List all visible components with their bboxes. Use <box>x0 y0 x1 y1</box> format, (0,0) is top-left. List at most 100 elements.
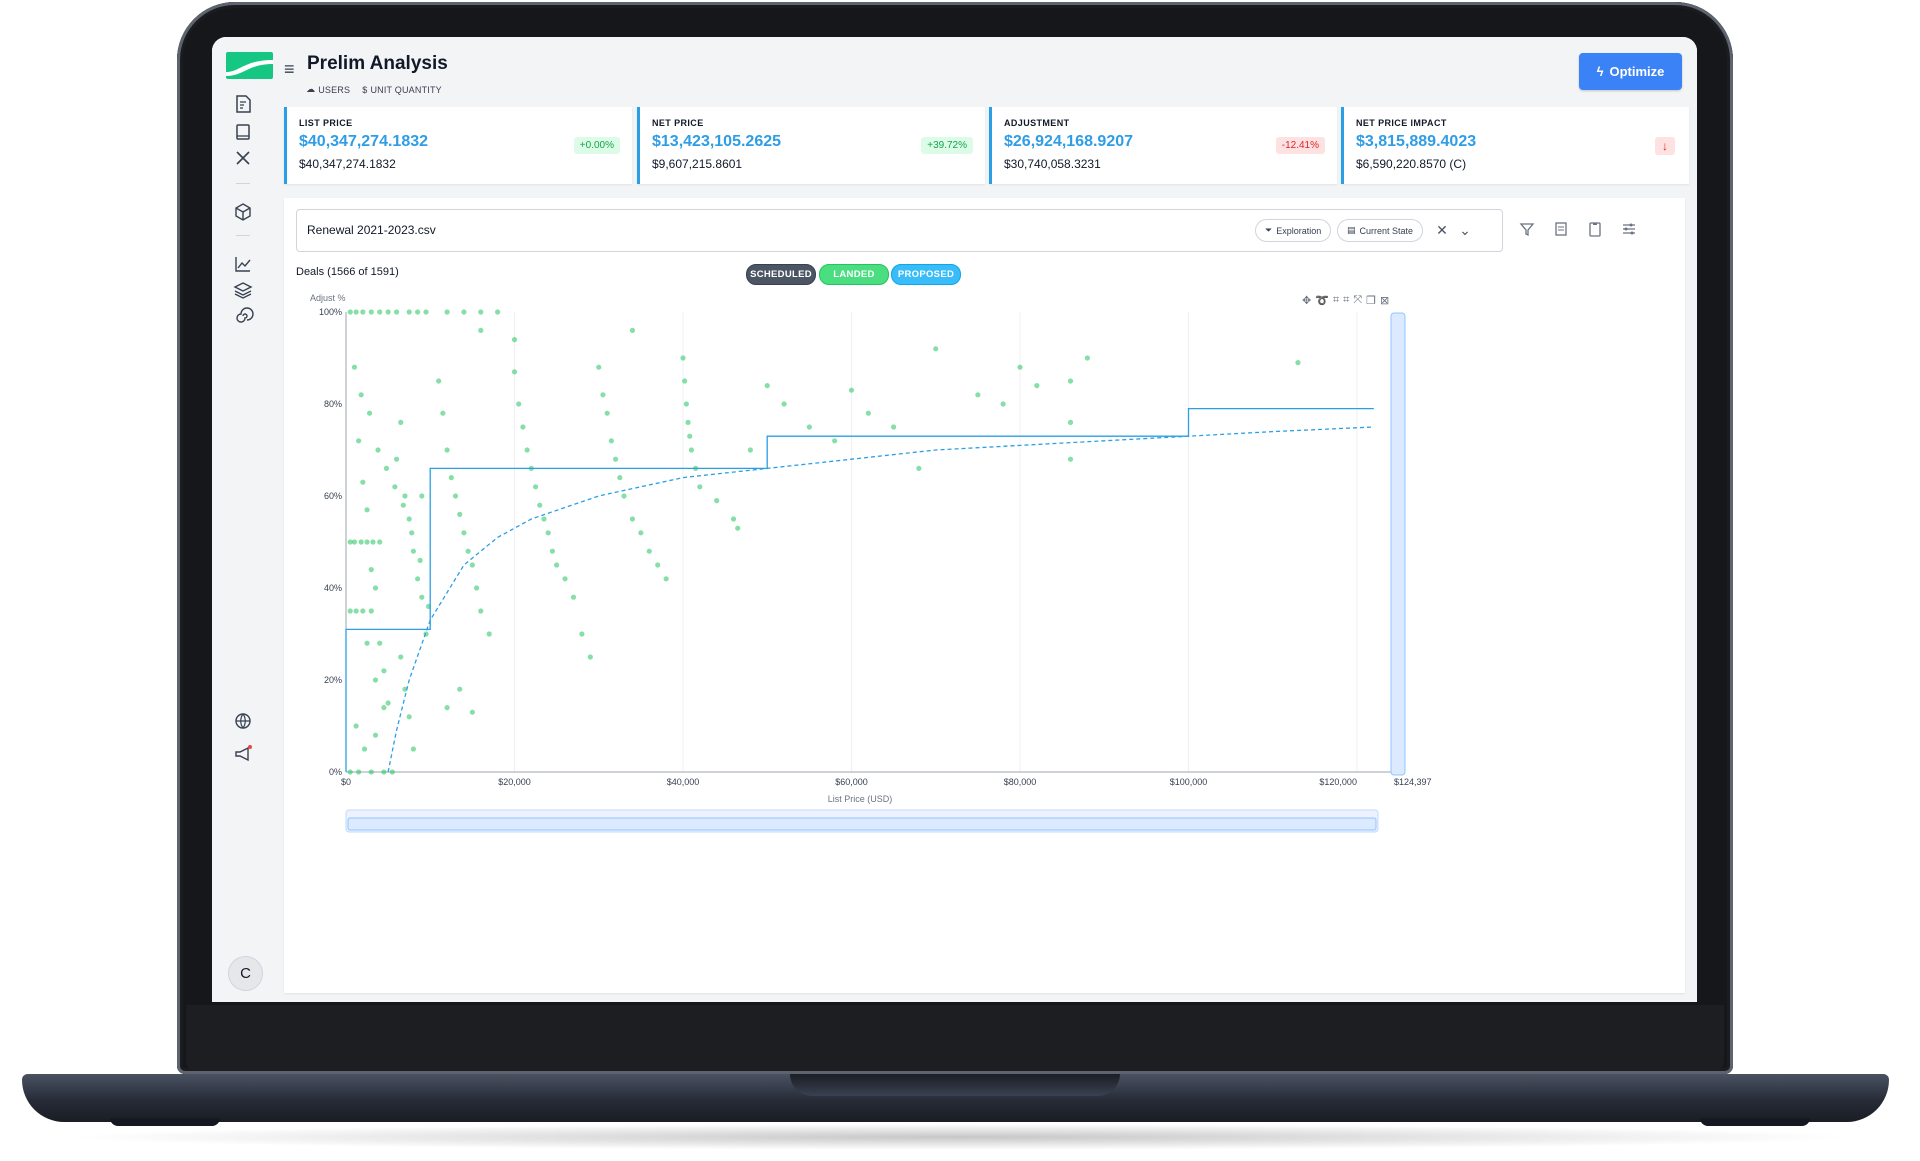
dollar-icon: $ <box>362 84 368 95</box>
data-point <box>361 746 368 752</box>
data-point <box>832 438 838 444</box>
data-point <box>353 723 359 729</box>
page-title: Prelim Analysis <box>307 53 448 74</box>
users-tag[interactable]: ☁ USERS <box>306 84 350 95</box>
brand-logo-icon[interactable] <box>226 52 273 79</box>
data-point <box>469 562 475 568</box>
menu-icon[interactable]: ≡ <box>284 59 295 80</box>
data-point <box>486 631 492 637</box>
kpi-label: LIST PRICE <box>299 118 353 128</box>
data-point <box>398 419 404 425</box>
x-tick-label: $20,000 <box>498 777 531 787</box>
data-point <box>423 309 429 315</box>
data-point <box>1067 419 1074 425</box>
data-point <box>364 539 370 545</box>
data-point <box>891 424 897 430</box>
data-point <box>604 410 610 416</box>
data-point <box>511 369 518 375</box>
data-point <box>730 516 737 522</box>
data-point <box>629 327 636 333</box>
laptop-bezel <box>186 1005 1724 1071</box>
data-point <box>415 309 421 315</box>
line-chart-icon[interactable] <box>232 253 254 275</box>
data-point <box>393 456 400 462</box>
data-point <box>537 502 543 508</box>
x-axis: $0 $20,000 $40,000 $60,000 $80,000 $100,000 $1… <box>341 771 1432 787</box>
kpi-value: $13,423,105.2625 <box>652 133 782 150</box>
data-point <box>975 392 981 398</box>
x-tick-label: $124,397 <box>1394 777 1432 787</box>
x-axis-label: List Price (USD) <box>828 794 893 804</box>
data-point <box>364 507 370 513</box>
data-point <box>714 498 720 504</box>
sidebar-divider <box>236 183 250 184</box>
data-point <box>415 576 421 582</box>
data-point <box>368 608 374 614</box>
laptop-notch <box>790 1074 1120 1096</box>
data-point <box>554 562 560 568</box>
data-point <box>478 608 484 614</box>
scatter-points <box>347 309 1301 775</box>
kpi-card-adjustment: ADJUSTMENT $26,924,168.9207 $30,740,058.… <box>989 107 1337 184</box>
data-point <box>419 594 425 600</box>
data-point <box>372 732 379 738</box>
data-point <box>478 309 484 315</box>
kpi-subvalue: $9,607,215.8601 <box>652 157 743 171</box>
data-point <box>933 346 939 352</box>
data-point <box>377 539 383 545</box>
spiral-icon[interactable] <box>232 305 254 327</box>
horizontal-zoom-slider[interactable] <box>347 817 1377 831</box>
data-point <box>1000 401 1006 407</box>
data-point <box>764 383 770 389</box>
x-tick-label: $100,000 <box>1170 777 1208 787</box>
tools-icon[interactable] <box>232 147 254 169</box>
vertical-zoom-slider[interactable] <box>1390 312 1406 776</box>
data-point <box>353 608 359 614</box>
data-point <box>570 594 577 600</box>
kpi-value: $3,815,889.4023 <box>1356 133 1477 150</box>
kpi-card-net-price-impact: NET PRICE IMPACT $3,815,889.4023 $6,590,… <box>1341 107 1689 184</box>
data-point <box>356 438 362 444</box>
data-point <box>680 355 686 361</box>
kpi-subvalue: $6,590,220.8570 (C) <box>1356 157 1467 171</box>
data-point <box>478 327 484 333</box>
layers-icon[interactable] <box>232 279 254 301</box>
scatter-chart[interactable]: 0% 20% 40% 60% 80% 100% $0 $20,000 $40,000 $60,0… <box>284 198 1685 993</box>
y-tick-label: 0% <box>329 767 342 777</box>
megaphone-icon[interactable] <box>232 743 254 765</box>
unit-quantity-tag[interactable]: $ UNIT QUANTITY <box>362 84 442 95</box>
avatar[interactable]: C <box>228 956 263 991</box>
data-point <box>358 392 364 398</box>
data-point <box>621 493 627 499</box>
invoice-icon[interactable] <box>232 93 254 115</box>
data-point <box>545 530 551 536</box>
data-point <box>781 401 787 407</box>
data-point <box>356 769 362 775</box>
kpi-subvalue: $30,740,058.3231 <box>1004 157 1101 171</box>
data-point <box>532 484 539 490</box>
cube-icon[interactable] <box>232 201 254 223</box>
data-point <box>347 309 353 315</box>
data-point <box>549 548 556 554</box>
data-point <box>806 424 812 430</box>
data-point <box>495 309 501 315</box>
users-tag-label: USERS <box>318 84 351 95</box>
data-point <box>406 516 412 522</box>
optimize-button[interactable]: ϟ Optimize <box>1579 53 1682 90</box>
data-point <box>381 705 387 711</box>
sidebar-divider <box>236 235 250 236</box>
data-point <box>596 364 602 370</box>
data-point <box>457 511 463 517</box>
data-point <box>655 562 661 568</box>
data-point <box>385 309 391 315</box>
globe-icon[interactable] <box>232 710 254 732</box>
data-point <box>419 493 425 499</box>
data-point <box>617 475 623 481</box>
data-point <box>516 401 522 407</box>
data-point <box>1034 383 1040 389</box>
y-tick-label: 40% <box>324 583 342 593</box>
book-icon[interactable] <box>232 121 254 143</box>
data-point <box>410 548 416 554</box>
y-tick-label: 80% <box>324 399 342 409</box>
data-point <box>465 548 471 554</box>
